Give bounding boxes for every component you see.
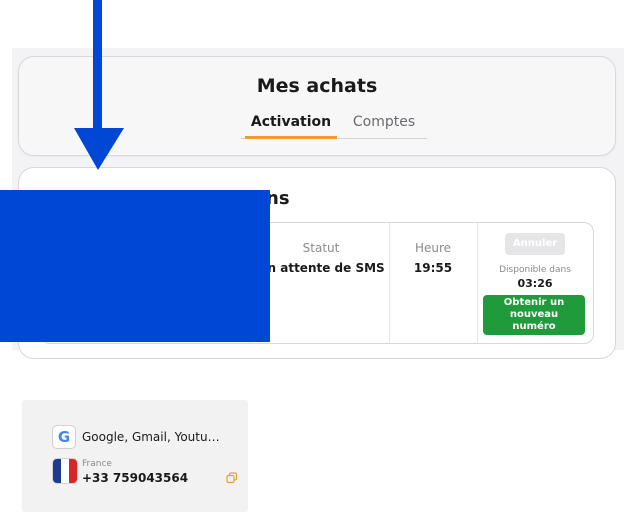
phone-number: +33 759043564	[82, 471, 189, 485]
new-number-line: nouveau	[509, 309, 559, 320]
france-flag-icon	[52, 458, 78, 484]
new-number-line: Obtenir un	[503, 297, 565, 308]
countdown-timer: 03:26	[517, 277, 553, 290]
copy-icon[interactable]	[226, 472, 238, 484]
google-icon: G	[52, 425, 76, 449]
column-divider	[477, 223, 478, 343]
available-label: Disponible dans	[499, 265, 571, 275]
country-label: France	[82, 459, 112, 469]
tab-bar: Activation Comptes	[241, 112, 427, 139]
new-number-button[interactable]: Obtenir un nouveau numéro	[483, 295, 585, 335]
new-number-line: numéro	[512, 321, 556, 332]
tab-activation[interactable]: Activation	[245, 112, 337, 139]
time-value: 19:55	[413, 261, 453, 275]
column-divider	[389, 223, 390, 343]
cancel-button[interactable]: Annuler	[505, 233, 565, 255]
status-value: En attente de SMS	[259, 261, 385, 275]
time-header: Heure	[414, 241, 452, 255]
service-name: Google, Gmail, Youtu…	[82, 430, 220, 444]
highlight-overlay: G Google, Gmail, Youtu… France +33 75904…	[0, 190, 270, 512]
status-header: Statut	[302, 241, 340, 255]
arrow-down-icon	[74, 0, 124, 170]
tab-comptes[interactable]: Comptes	[345, 112, 423, 136]
service-card: G Google, Gmail, Youtu… France +33 75904…	[22, 400, 248, 512]
